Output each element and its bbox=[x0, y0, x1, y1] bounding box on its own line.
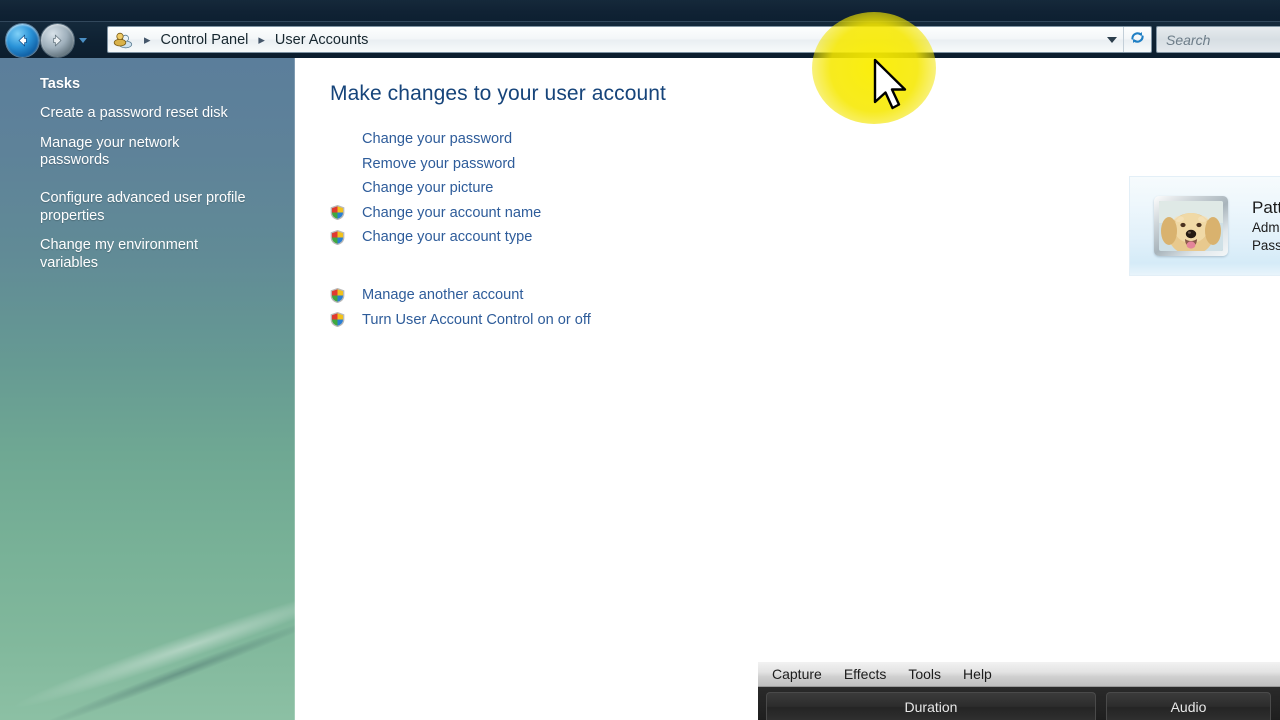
main-content: Make changes to your user account Change… bbox=[296, 58, 1280, 720]
back-button[interactable] bbox=[6, 23, 39, 57]
screen-recorder-toolbar: Capture Effects Tools Help Duration Audi… bbox=[758, 662, 1280, 720]
address-dropdown-button[interactable] bbox=[1101, 27, 1123, 52]
breadcrumb-separator: ▸ bbox=[258, 32, 265, 47]
menu-item-capture[interactable]: Capture bbox=[772, 666, 822, 682]
tasks-heading: Tasks bbox=[40, 76, 81, 92]
link-change-your-picture[interactable]: Change your picture bbox=[330, 176, 541, 201]
recorder-controls: Duration Audio bbox=[758, 687, 1280, 720]
sidebar-item-manage-network-passwords[interactable]: Manage your network passwords bbox=[40, 135, 252, 170]
recent-pages-button[interactable] bbox=[76, 25, 90, 55]
refresh-button[interactable] bbox=[1123, 27, 1151, 52]
sidebar-edge bbox=[294, 58, 295, 720]
refresh-icon bbox=[1129, 29, 1146, 51]
sidebar-item-create-password-reset-disk[interactable]: Create a password reset disk bbox=[40, 105, 252, 123]
user-accounts-icon bbox=[113, 31, 133, 49]
chevron-down-icon bbox=[79, 37, 87, 43]
menu-item-effects[interactable]: Effects bbox=[844, 666, 887, 682]
breadcrumb-item-user-accounts[interactable]: User Accounts bbox=[272, 30, 372, 50]
link-turn-uac-on-or-off[interactable]: Turn User Account Control on or off bbox=[330, 308, 591, 333]
recorder-menubar: Capture Effects Tools Help bbox=[758, 662, 1280, 687]
uac-shield-icon bbox=[330, 287, 362, 303]
task-sidebar: Tasks Create a password reset disk Manag… bbox=[0, 58, 295, 720]
secondary-links: Manage another account Turn User Account… bbox=[330, 283, 591, 332]
current-account-panel: Patti Administrator Password protected bbox=[1129, 176, 1280, 276]
menu-item-help[interactable]: Help bbox=[963, 666, 992, 682]
tasks-list: Tasks Create a password reset disk Manag… bbox=[0, 58, 288, 273]
link-label: Change your account type bbox=[362, 229, 533, 246]
account-password-status: Password protected bbox=[1252, 237, 1280, 253]
sidebar-item-change-environment-variables[interactable]: Change my environment variables bbox=[40, 237, 252, 272]
link-change-your-password[interactable]: Change your password bbox=[330, 127, 541, 152]
account-name: Patti bbox=[1252, 197, 1280, 217]
sidebar-item-configure-user-profile[interactable]: Configure advanced user profile properti… bbox=[40, 190, 252, 225]
wallpaper-swoosh bbox=[0, 428, 295, 720]
back-arrow-icon bbox=[13, 31, 32, 50]
page-title: Make changes to your user account bbox=[330, 82, 666, 105]
uac-shield-icon bbox=[330, 205, 362, 221]
golden-retriever-user-picture bbox=[1159, 201, 1223, 251]
link-change-your-account-type[interactable]: Change your account type bbox=[330, 225, 541, 250]
audio-button[interactable]: Audio bbox=[1106, 692, 1271, 720]
uac-shield-icon bbox=[330, 229, 362, 245]
navigation-buttons bbox=[6, 23, 90, 57]
link-label: Turn User Account Control on or off bbox=[362, 311, 591, 328]
menu-item-tools[interactable]: Tools bbox=[908, 666, 941, 682]
account-picture-frame[interactable] bbox=[1154, 196, 1228, 256]
primary-links: Change your password Remove your passwor… bbox=[330, 127, 541, 250]
link-label: Change your account name bbox=[362, 204, 542, 221]
duration-button[interactable]: Duration bbox=[766, 692, 1096, 720]
breadcrumb-item-control-panel[interactable]: Control Panel bbox=[158, 30, 252, 50]
breadcrumb-separator: ▸ bbox=[144, 32, 151, 47]
uac-shield-icon bbox=[330, 312, 362, 328]
account-details: Patti Administrator Password protected bbox=[1252, 198, 1280, 254]
link-label: Change your picture bbox=[362, 180, 494, 197]
search-input[interactable]: Search bbox=[1156, 26, 1280, 53]
forward-arrow-icon bbox=[48, 31, 67, 50]
account-type: Administrator bbox=[1252, 219, 1280, 235]
link-label: Change your password bbox=[362, 131, 513, 148]
link-remove-your-password[interactable]: Remove your password bbox=[330, 152, 541, 177]
forward-button[interactable] bbox=[41, 23, 74, 57]
wallpaper-swoosh-shadow bbox=[0, 479, 295, 720]
address-bar[interactable]: ▸ Control Panel ▸ User Accounts bbox=[107, 26, 1152, 53]
search-placeholder: Search bbox=[1166, 31, 1211, 48]
link-label: Manage another account bbox=[362, 287, 524, 304]
window-glass-band bbox=[0, 0, 1280, 22]
screen: ▸ Control Panel ▸ User Accounts Search T… bbox=[0, 0, 1280, 720]
chevron-down-icon bbox=[1107, 36, 1117, 43]
link-change-your-account-name[interactable]: Change your account name bbox=[330, 201, 541, 226]
breadcrumb: ▸ Control Panel ▸ User Accounts bbox=[108, 27, 1101, 52]
link-manage-another-account[interactable]: Manage another account bbox=[330, 283, 591, 308]
link-label: Remove your password bbox=[362, 155, 516, 172]
